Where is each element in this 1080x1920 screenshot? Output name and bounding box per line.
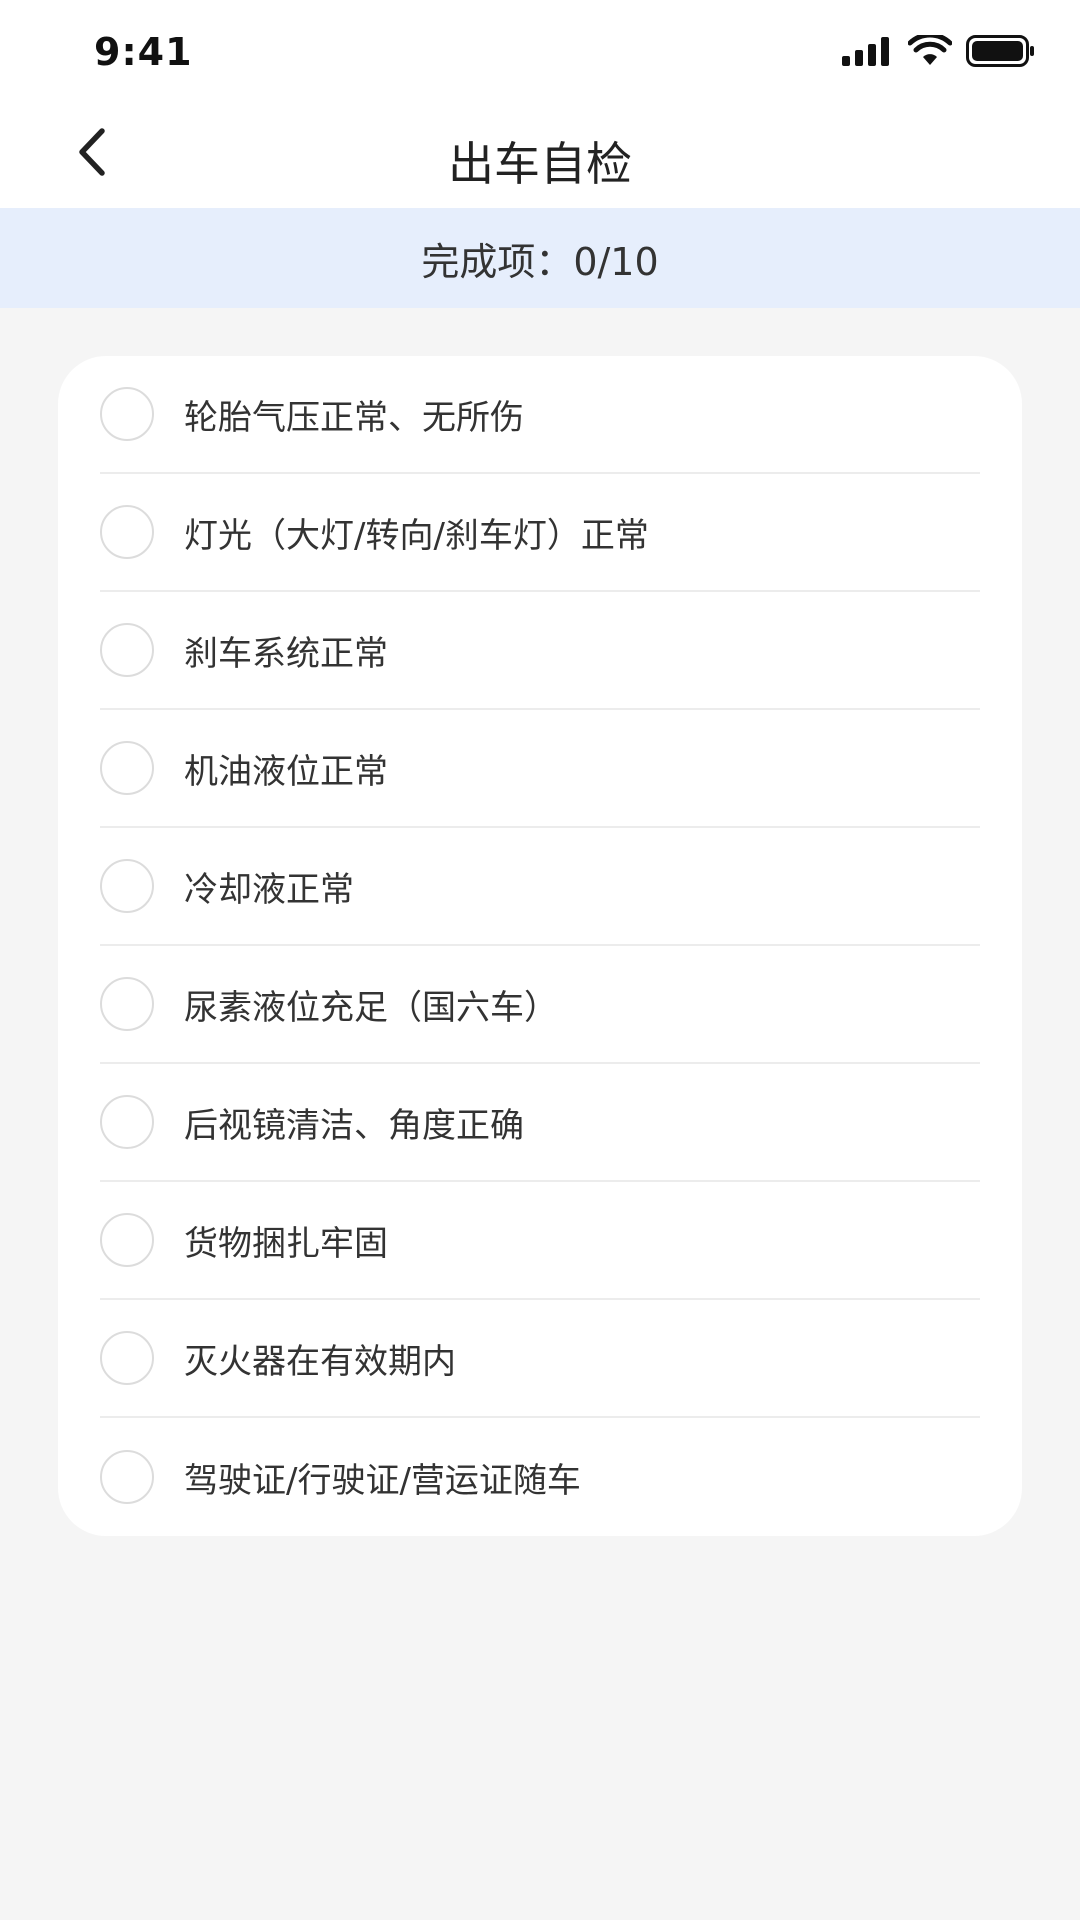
radio-circle-icon[interactable] [100,859,154,913]
checklist-item[interactable]: 刹车系统正常 [100,592,980,710]
progress-text: 完成项：0/10 [421,239,659,284]
radio-circle-icon[interactable] [100,1095,154,1149]
checklist-item[interactable]: 尿素液位充足（国六车） [100,946,980,1064]
radio-circle-icon[interactable] [100,1213,154,1267]
checklist-item[interactable]: 货物捆扎牢固 [100,1182,980,1300]
checklist-item[interactable]: 灭火器在有效期内 [100,1300,980,1418]
radio-circle-icon[interactable] [100,623,154,677]
checklist-item[interactable]: 驾驶证/行驶证/营运证随车 [100,1418,980,1536]
checklist-item-label: 灭火器在有效期内 [184,1341,456,1382]
status-bar: 9:41 [0,0,1080,100]
checklist-item-label: 货物捆扎牢固 [184,1223,388,1264]
checklist-item-label: 驾驶证/行驶证/营运证随车 [184,1460,581,1501]
checklist-item-label: 灯光（大灯/转向/刹车灯）正常 [184,515,649,556]
status-icons [842,32,1036,71]
progress-banner: 完成项：0/10 [0,208,1080,308]
radio-circle-icon[interactable] [100,505,154,559]
battery-icon [966,35,1036,71]
checklist-card: 轮胎气压正常、无所伤 灯光（大灯/转向/刹车灯）正常 刹车系统正常 机油液位正常… [58,356,1022,1536]
radio-circle-icon[interactable] [100,741,154,795]
wifi-icon [907,32,953,71]
radio-circle-icon[interactable] [100,977,154,1031]
checklist-item-label: 尿素液位充足（国六车） [184,987,558,1028]
checklist-item[interactable]: 灯光（大灯/转向/刹车灯）正常 [100,474,980,592]
checklist-item-label: 冷却液正常 [184,869,354,910]
signal-icon [842,36,894,70]
checklist-item[interactable]: 轮胎气压正常、无所伤 [100,356,980,474]
radio-circle-icon[interactable] [100,1450,154,1504]
checklist-item[interactable]: 冷却液正常 [100,828,980,946]
nav-bar: 出车自检 [0,100,1080,208]
radio-circle-icon[interactable] [100,387,154,441]
checklist-item[interactable]: 机油液位正常 [100,710,980,828]
checklist-item-label: 后视镜清洁、角度正确 [184,1105,524,1146]
checklist-item-label: 机油液位正常 [184,751,388,792]
page-title: 出车自检 [448,137,632,191]
status-time: 9:41 [94,30,193,74]
checklist-item-label: 轮胎气压正常、无所伤 [184,397,524,438]
checklist-item-label: 刹车系统正常 [184,633,388,674]
checklist-item[interactable]: 后视镜清洁、角度正确 [100,1064,980,1182]
radio-circle-icon[interactable] [100,1331,154,1385]
